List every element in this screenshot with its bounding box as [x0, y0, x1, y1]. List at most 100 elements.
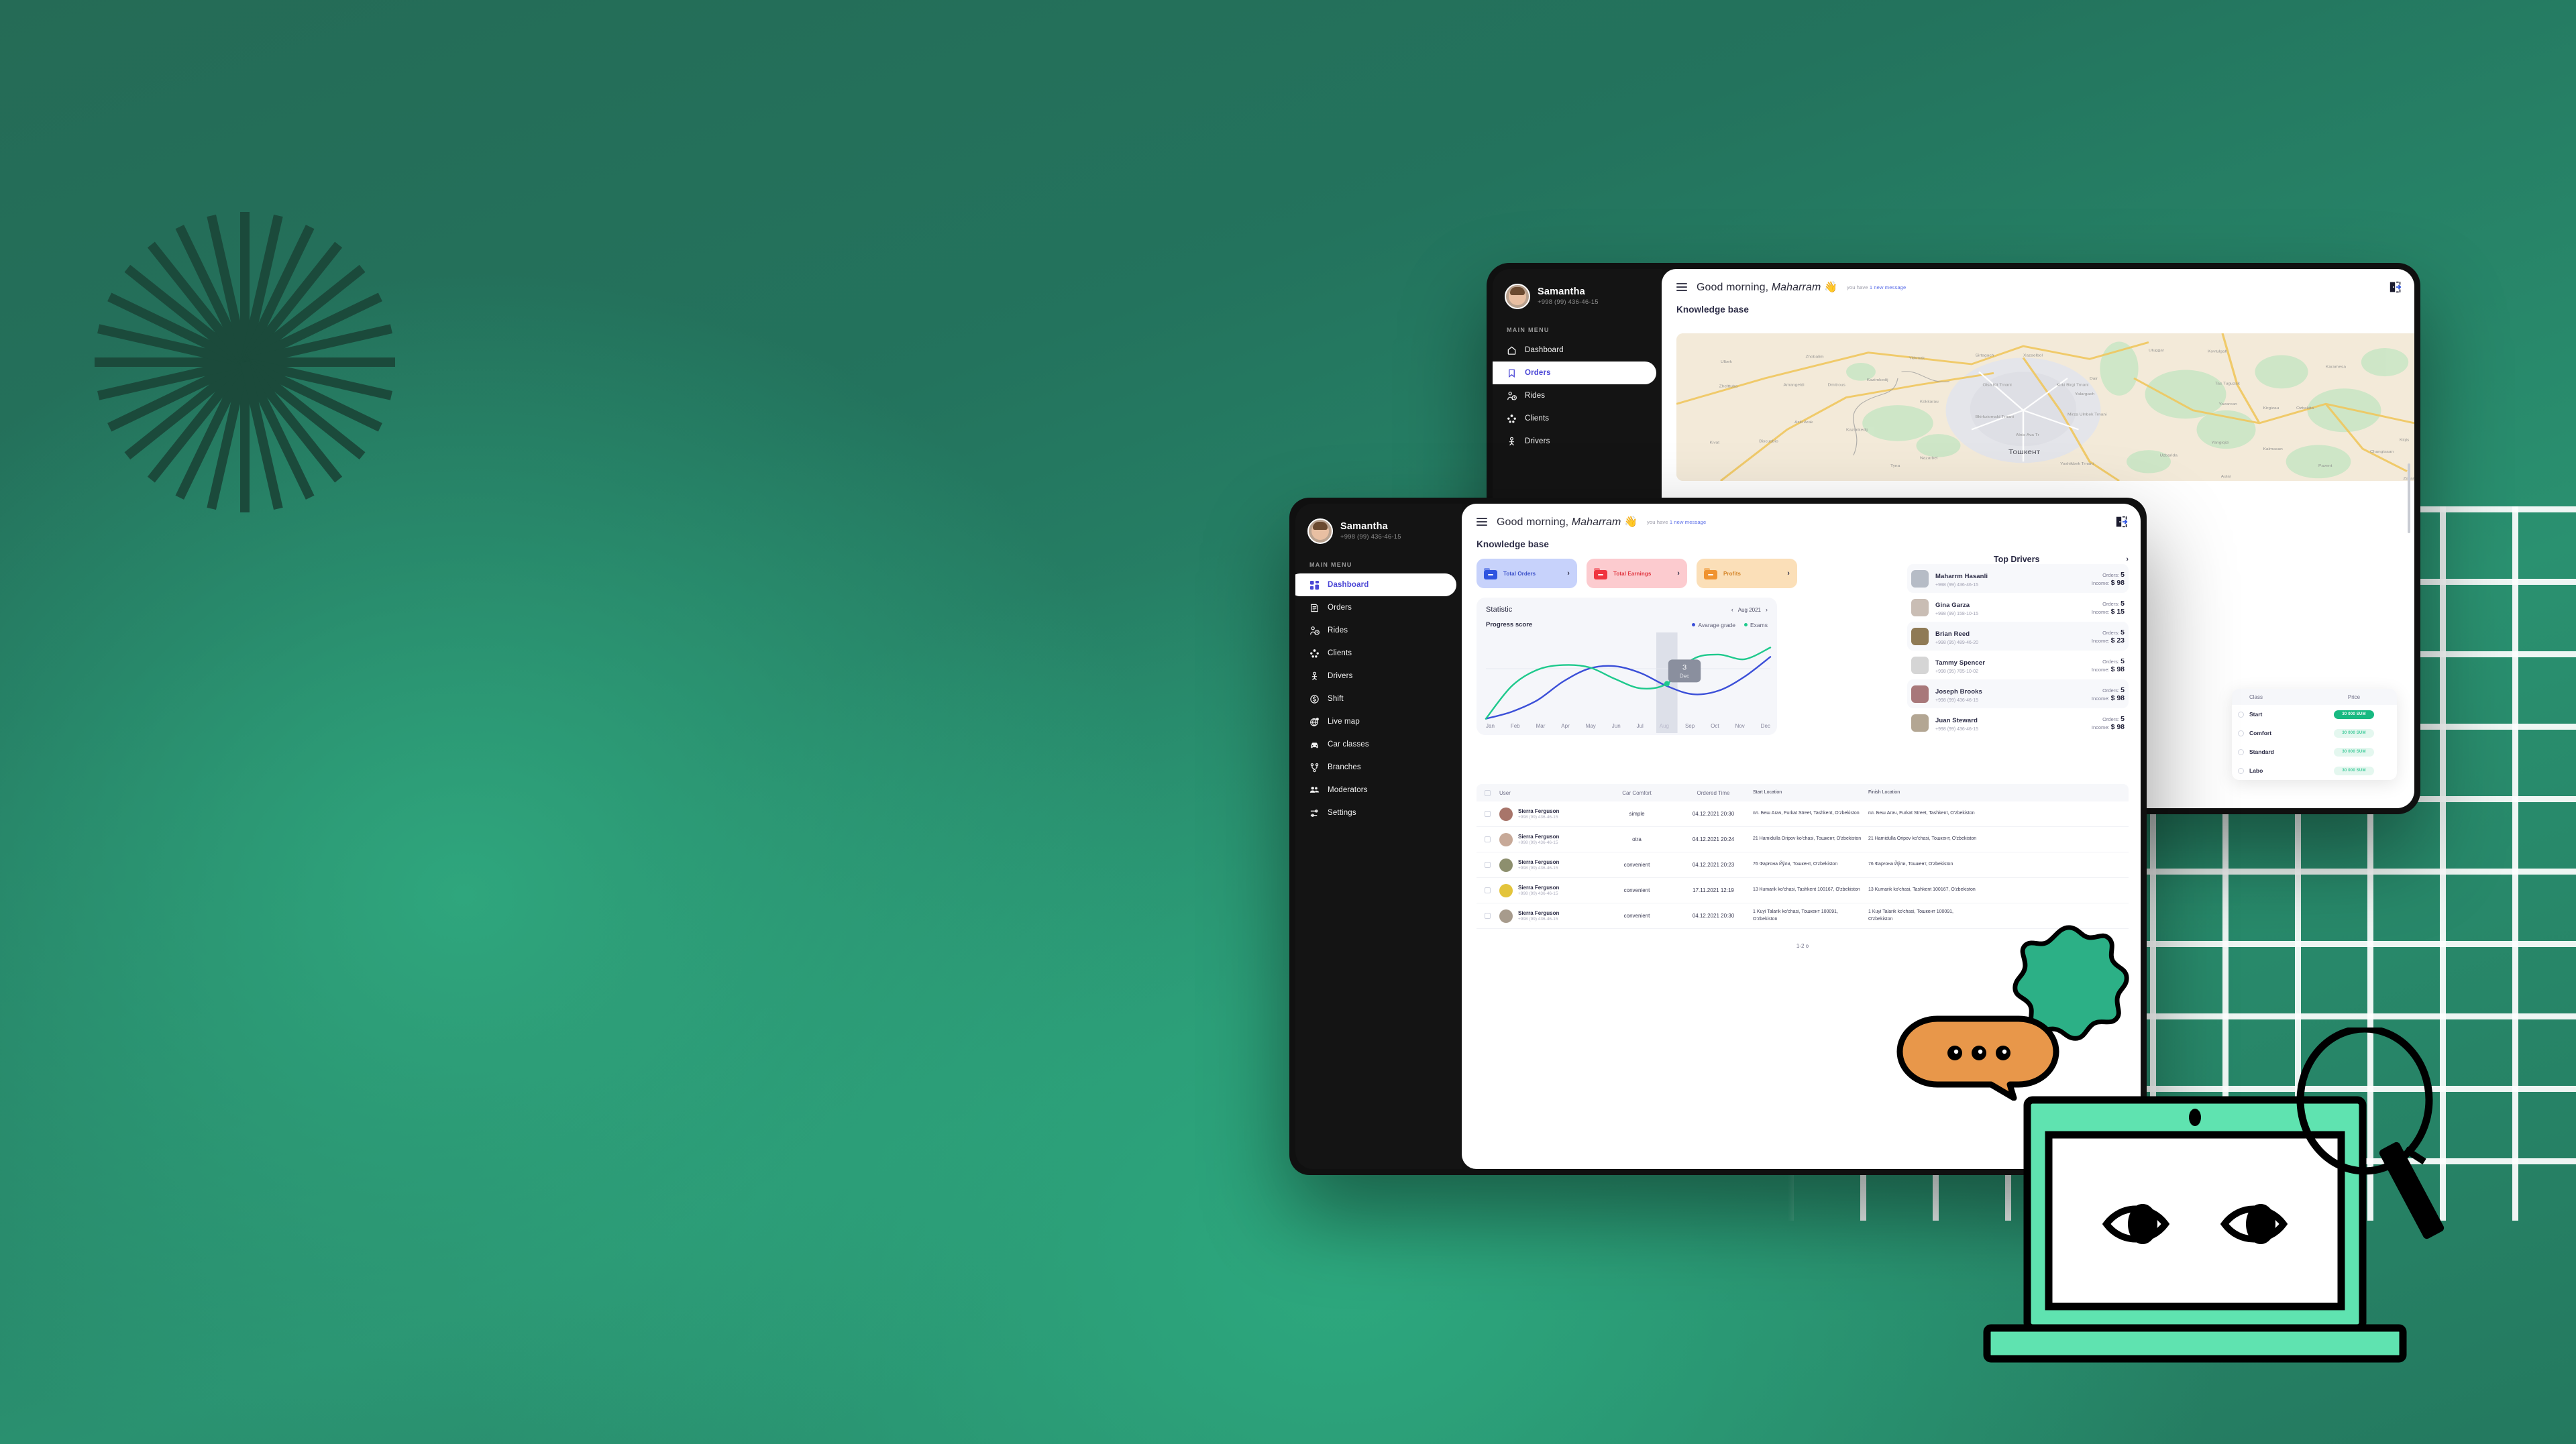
driver-phone: +998 (99) 436-46-15 — [1935, 698, 1979, 703]
chevron-right-icon[interactable]: › — [1677, 569, 1680, 577]
user-profile-front[interactable]: Samantha +998 (99) 436-46-15 — [1295, 504, 1462, 544]
hamburger-icon[interactable] — [1477, 518, 1487, 526]
driver-income: Income: $ 15 — [2091, 607, 2125, 616]
stat-card-total-orders[interactable]: Total Orders › — [1477, 559, 1577, 588]
sidebar-item-settings[interactable]: Settings — [1295, 801, 1462, 824]
message-link[interactable]: 1 new message — [1870, 284, 1907, 290]
x-tick-jun: Jun — [1611, 723, 1621, 729]
svg-text:Tas Tuguzak: Tas Tuguzak — [2215, 382, 2241, 386]
table-row[interactable]: Sierra Ferguson +998 (99) 436-46-15 conven… — [1477, 878, 2129, 903]
drivers-icon — [1309, 671, 1320, 681]
class-row[interactable]: Start 30 000 SUM — [2232, 705, 2397, 724]
class-row[interactable]: Labo 30 000 SUM — [2232, 761, 2397, 780]
stat-card-profits[interactable]: Profits › — [1697, 559, 1797, 588]
sidebar-item-live-map[interactable]: Live map — [1295, 710, 1462, 733]
sidebar-item-label: Drivers — [1328, 672, 1353, 680]
table-row[interactable]: Sierra Ferguson +998 (99) 436-46-15 simple… — [1477, 801, 2129, 827]
new-message-note: you have 1 new message — [1647, 519, 1706, 525]
class-row[interactable]: Standard 30 000 SUM — [2232, 742, 2397, 761]
sidebar-item-rides[interactable]: Rides — [1295, 619, 1462, 642]
page-title-front: Knowledge base — [1477, 539, 1549, 549]
sidebar-item-orders[interactable]: Orders — [1493, 362, 1656, 384]
driver-stats: Orders: 5 Income: $ 98 — [2092, 686, 2125, 702]
message-prefix: you have — [1846, 284, 1870, 290]
sidebar-item-shift[interactable]: Shift — [1295, 687, 1462, 710]
driver-row[interactable]: Maharrm Hasanli +998 (99) 436-46-15 Orders… — [1907, 564, 2129, 593]
driver-row[interactable]: Tammy Spencer +998 (95) 785-10-02 Orders: 5… — [1907, 651, 2129, 679]
chart-line-avarage-grade — [1485, 656, 1772, 720]
chevron-right-icon[interactable]: › — [1787, 569, 1790, 577]
hamburger-icon[interactable] — [1676, 283, 1687, 291]
row-checkbox[interactable] — [1485, 862, 1491, 868]
next-period-button[interactable]: › — [1766, 606, 1768, 613]
logout-icon[interactable] — [2115, 516, 2129, 528]
class-price-table: Class Price Start 30 000 SUM Comfort 30 000… — [2232, 689, 2397, 780]
row-car-comfort: convenient — [1623, 862, 1650, 868]
row-start-location: 13 Kumarik ko'chasi, Tashkent 100167, O'… — [1753, 887, 1860, 893]
x-tick-jan: Jan — [1486, 723, 1495, 729]
svg-text:Sirtagach: Sirtagach — [1976, 353, 1994, 357]
chevron-right-icon[interactable]: › — [1567, 569, 1570, 577]
svg-text:Yavarcan: Yavarcan — [2219, 402, 2238, 406]
class-row[interactable]: Comfort 30 000 SUM — [2232, 724, 2397, 742]
logout-icon[interactable] — [2389, 281, 2402, 293]
driver-stats: Orders: 5 Income: $ 23 — [2092, 628, 2125, 645]
sidebar-item-branches[interactable]: Branches — [1295, 756, 1462, 779]
class-radio[interactable] — [2237, 767, 2244, 774]
driver-income: Income: $ 98 — [2091, 578, 2125, 587]
svg-text:Kazimkedij: Kazimkedij — [1846, 428, 1868, 432]
row-avatar — [1499, 858, 1513, 872]
orders-table: User Car Comfort Ordered Time Start Loca… — [1477, 784, 2129, 949]
row-checkbox[interactable] — [1485, 887, 1491, 893]
sidebar-item-rides[interactable]: Rides — [1493, 384, 1662, 407]
legend-label: Exams — [1750, 621, 1768, 628]
prev-period-button[interactable]: ‹ — [1731, 606, 1733, 613]
greeting-prefix: Good morning, — [1497, 516, 1572, 528]
top-drivers-more-button[interactable]: › — [2126, 555, 2129, 563]
sidebar-item-moderators[interactable]: Moderators — [1295, 779, 1462, 801]
col-class: Class — [2249, 693, 2263, 700]
user-profile-back[interactable]: Samantha +998 (99) 436-46-15 — [1493, 269, 1662, 309]
svg-text:Oisa Kit Trnani: Oisa Kit Trnani — [1983, 383, 2012, 387]
message-link[interactable]: 1 new message — [1670, 519, 1707, 525]
home-icon — [1507, 345, 1517, 355]
row-checkbox[interactable] — [1485, 836, 1491, 842]
x-tick-apr: Apr — [1561, 723, 1570, 729]
table-row[interactable]: Sierra Ferguson +998 (99) 436-46-15 otra 04… — [1477, 827, 2129, 852]
select-all-checkbox[interactable] — [1485, 789, 1491, 796]
sidebar-item-dashboard[interactable]: Dashboard — [1295, 573, 1456, 596]
sidebar-item-label: Clients — [1328, 649, 1352, 657]
driver-row[interactable]: Gina Garza +998 (99) 158-10-15 Orders: 5 Inc… — [1907, 593, 2129, 622]
svg-text:Ozbekita: Ozbekita — [2296, 406, 2314, 410]
drivers-list: Maharrm Hasanli +998 (99) 436-46-15 Orders… — [1907, 564, 2129, 737]
sidebar-item-clients[interactable]: Clients — [1493, 407, 1662, 430]
sidebar-item-car-classes[interactable]: Car classes — [1295, 733, 1462, 756]
driver-row[interactable]: Juan Steward +998 (99) 436-46-15 Orders: 5 I… — [1907, 708, 2129, 737]
sidebar-item-drivers[interactable]: Drivers — [1295, 665, 1462, 687]
sidebar-item-label: Rides — [1525, 392, 1546, 400]
map-scrollbar[interactable] — [2408, 463, 2410, 533]
chart-subtitle: Progress score — [1486, 621, 1533, 628]
class-radio[interactable] — [2237, 711, 2244, 718]
sidebar-item-dashboard[interactable]: Dashboard — [1493, 339, 1662, 362]
stat-card-label: Total Earnings — [1613, 570, 1652, 577]
col-start-location: Start Location — [1753, 789, 1782, 795]
stat-card-total-earnings[interactable]: Total Earnings › — [1587, 559, 1687, 588]
driver-row[interactable]: Brian Reed +998 (95) 489-46-20 Orders: 5 Inc… — [1907, 622, 2129, 651]
class-rows: Start 30 000 SUM Comfort 30 000 SUM Standard… — [2232, 705, 2397, 780]
magnifier-decoration — [2296, 1028, 2445, 1239]
row-checkbox[interactable] — [1485, 913, 1491, 919]
class-radio[interactable] — [2237, 748, 2244, 755]
menu-section-label: MAIN MENU — [1507, 327, 1550, 333]
driver-row[interactable]: Joseph Brooks +998 (99) 436-46-15 Orders: 5… — [1907, 679, 2129, 708]
statistic-title: Statistic — [1486, 606, 1513, 614]
table-row[interactable]: Sierra Ferguson +998 (99) 436-46-15 conven… — [1477, 852, 2129, 878]
class-radio[interactable] — [2237, 730, 2244, 736]
svg-text:Kokkarau: Kokkarau — [1920, 400, 1939, 404]
row-user-name: Sierra Ferguson — [1518, 859, 1560, 865]
map-view[interactable]: Ulbek Zhobalim Yithmak Sirtagach Xazaelbol U… — [1676, 333, 2414, 481]
sidebar-item-orders[interactable]: Orders — [1295, 596, 1462, 619]
sidebar-item-clients[interactable]: Clients — [1295, 642, 1462, 665]
row-checkbox[interactable] — [1485, 811, 1491, 817]
sidebar-item-drivers[interactable]: Drivers — [1493, 430, 1662, 453]
